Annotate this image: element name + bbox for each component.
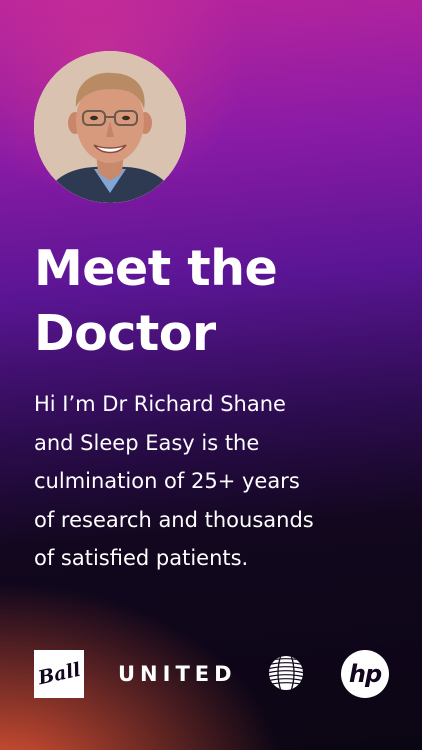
ball-logo-text: Ball — [35, 658, 83, 690]
ball-logo: Ball — [34, 650, 84, 698]
intro-line-1: Hi I’m Dr Richard Shane — [34, 392, 286, 416]
intro-line-5: of satisfied patients. — [34, 546, 249, 570]
doctor-avatar — [34, 51, 186, 203]
doctor-portrait-image — [34, 51, 186, 203]
intro-line-3: culmination of 25+ years — [34, 469, 300, 493]
intro-line-4: of research and thousands — [34, 507, 314, 532]
hp-logo: hp — [341, 650, 389, 698]
page-title: Meet the Doctor — [34, 236, 404, 366]
title-line-2: Doctor — [34, 305, 216, 362]
united-globe-icon — [269, 656, 303, 690]
intro-line-2: and Sleep Easy is the — [34, 430, 260, 455]
title-line-1: Meet the — [34, 240, 278, 297]
united-logo-text: UNITED — [118, 662, 237, 686]
hp-logo-text: hp — [348, 660, 382, 688]
promo-screen: Meet the Doctor Hi I’m Dr Richard Shane … — [0, 0, 422, 750]
partner-logos: Ball UNITED hp — [0, 640, 422, 710]
intro-paragraph: Hi I’m Dr Richard Shane and Sleep Easy i… — [34, 385, 406, 578]
